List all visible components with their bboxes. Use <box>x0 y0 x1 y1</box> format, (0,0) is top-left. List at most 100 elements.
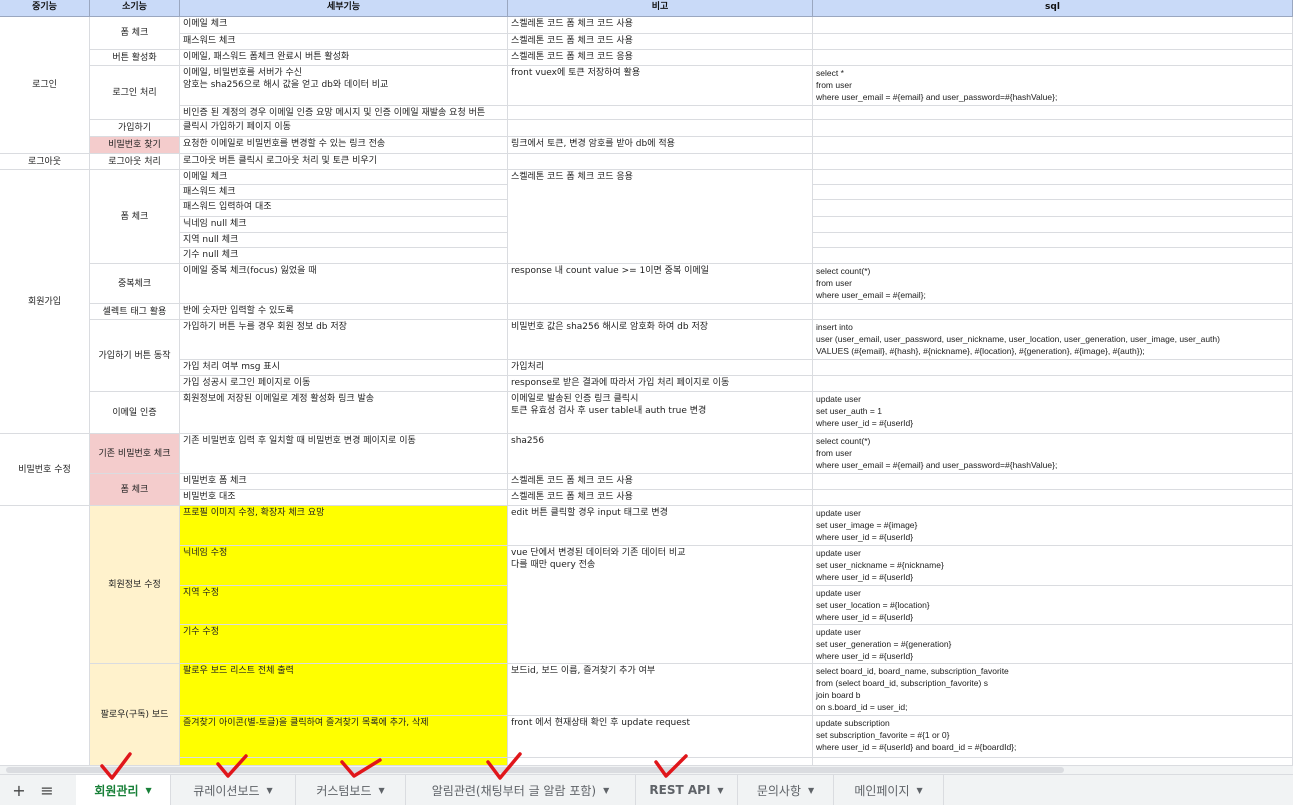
detail-cell[interactable]: 로그아웃 버튼 클릭시 로그아웃 처리 및 토큰 비우기 <box>180 154 508 170</box>
note-cell[interactable] <box>508 106 813 120</box>
sub-function-cell[interactable]: 셀렉트 태그 활용 <box>90 304 180 320</box>
note-cell[interactable]: edit 버튼 클릭할 경우 input 태그로 변경 <box>508 506 813 546</box>
sql-cell[interactable] <box>813 17 1293 34</box>
col-header-sub-function[interactable]: 소기능 <box>90 0 180 17</box>
dropdown-arrow-icon[interactable]: ▼ <box>146 786 152 795</box>
detail-cell[interactable]: 닉네임 null 체크 <box>180 217 508 233</box>
sub-function-cell[interactable]: 비밀번호 찾기 <box>90 137 180 154</box>
detail-cell[interactable] <box>180 758 508 766</box>
detail-cell[interactable]: 이메일 중복 체크(focus) 잃었을 때 <box>180 264 508 304</box>
detail-cell[interactable]: 회원정보에 저장된 이메일로 계정 활성화 링크 발송 <box>180 392 508 434</box>
detail-cell[interactable]: 비밀번호 대조 <box>180 490 508 506</box>
sql-cell[interactable]: update user set user_auth = 1 where user… <box>813 392 1293 434</box>
sql-cell[interactable]: update user set user_nickname = #{nickna… <box>813 546 1293 586</box>
sql-cell[interactable] <box>813 376 1293 392</box>
dropdown-arrow-icon[interactable]: ▼ <box>267 786 273 795</box>
dropdown-arrow-icon[interactable]: ▼ <box>917 786 923 795</box>
note-cell[interactable]: 비밀번호 값은 sha256 해시로 암호화 하여 db 저장 <box>508 320 813 360</box>
detail-cell[interactable]: 이메일, 비밀번호를 서버가 수신 암호는 sha256으로 해시 값을 얻고 … <box>180 66 508 106</box>
detail-cell[interactable]: 이메일, 패스워드 폼체크 완료시 버튼 활성화 <box>180 50 508 66</box>
detail-cell[interactable]: 비인증 된 계정의 경우 이메일 인증 요망 메시지 및 인증 이메일 재발송 … <box>180 106 508 120</box>
note-cell[interactable]: front vuex에 토큰 저장하여 활용 <box>508 66 813 106</box>
sub-function-cell[interactable]: 팔로우(구독) 보드 <box>90 664 180 766</box>
sql-cell[interactable] <box>813 154 1293 170</box>
sql-cell[interactable]: select * from user where user_email = #{… <box>813 66 1293 106</box>
detail-cell[interactable]: 기존 비밀번호 입력 후 일치할 때 비밀번호 변경 페이지로 이동 <box>180 434 508 474</box>
note-cell[interactable]: 스켈레톤 코드 폼 체크 코드 사용 <box>508 474 813 490</box>
dropdown-arrow-icon[interactable]: ▼ <box>379 786 385 795</box>
detail-cell[interactable]: 패스워드 체크 <box>180 185 508 200</box>
detail-cell[interactable]: 클릭시 가입하기 페이지 이동 <box>180 120 508 137</box>
tab-rest-api[interactable]: REST API ▼ <box>636 775 738 805</box>
detail-cell[interactable]: 이메일 체크 <box>180 17 508 34</box>
sub-function-cell[interactable]: 폼 체크 <box>90 17 180 50</box>
sql-cell[interactable]: update user set user_image = #{image} wh… <box>813 506 1293 546</box>
detail-cell[interactable]: 패스워드 체크 <box>180 34 508 50</box>
sub-function-cell[interactable]: 이메일 인증 <box>90 392 180 434</box>
add-sheet-button[interactable]: + <box>6 775 32 805</box>
note-cell[interactable]: front 에서 현재상태 확인 후 update request <box>508 716 813 758</box>
detail-cell[interactable]: 즐겨찾기 아이콘(별-토글)을 클릭하여 즐겨찾기 목록에 추가, 삭제 <box>180 716 508 758</box>
note-cell[interactable] <box>508 304 813 320</box>
sql-cell[interactable] <box>813 200 1293 217</box>
main-function-cell[interactable] <box>0 506 90 766</box>
sub-function-cell[interactable]: 회원정보 수정 <box>90 506 180 664</box>
sql-cell[interactable] <box>813 217 1293 233</box>
detail-cell[interactable]: 지역 수정 <box>180 586 508 625</box>
sql-cell[interactable] <box>813 120 1293 137</box>
sql-cell[interactable] <box>813 233 1293 248</box>
note-cell[interactable]: vue 단에서 변경된 데이터와 기존 데이터 비교 다를 때만 query 전… <box>508 546 813 664</box>
note-cell[interactable]: response로 받은 결과에 따라서 가입 처리 페이지로 이동 <box>508 376 813 392</box>
main-function-cell[interactable]: 비밀번호 수정 <box>0 434 90 506</box>
note-cell[interactable]: 가입처리 <box>508 360 813 376</box>
sub-function-cell[interactable]: 로그아웃 처리 <box>90 154 180 170</box>
sql-cell[interactable]: select board_id, board_name, subscriptio… <box>813 664 1293 716</box>
detail-cell[interactable]: 가입 처리 여부 msg 표시 <box>180 360 508 376</box>
sql-cell[interactable]: update subscription set subscription_fav… <box>813 716 1293 758</box>
tab-main-page[interactable]: 메인페이지 ▼ <box>834 775 944 805</box>
sql-cell[interactable]: insert into user (user_email, user_passw… <box>813 320 1293 360</box>
dropdown-arrow-icon[interactable]: ▼ <box>808 786 814 795</box>
sub-function-cell[interactable]: 기존 비밀번호 체크 <box>90 434 180 474</box>
note-cell[interactable]: 보드id, 보드 이름, 즐겨찾기 추가 여부 <box>508 664 813 716</box>
detail-cell[interactable]: 프로필 이미지 수정, 확장자 체크 요망 <box>180 506 508 546</box>
detail-cell[interactable]: 가입 성공시 로그인 페이지로 이동 <box>180 376 508 392</box>
detail-cell[interactable]: 기수 수정 <box>180 625 508 664</box>
horizontal-scrollbar[interactable] <box>0 766 1293 774</box>
dropdown-arrow-icon[interactable]: ▼ <box>717 786 723 795</box>
sql-cell[interactable] <box>813 758 1293 766</box>
sql-cell[interactable] <box>813 185 1293 200</box>
detail-cell[interactable]: 기수 null 체크 <box>180 248 508 264</box>
col-header-note[interactable]: 비고 <box>508 0 813 17</box>
sub-function-cell[interactable]: 중복체크 <box>90 264 180 304</box>
sql-cell[interactable]: select count(*) from user where user_ema… <box>813 264 1293 304</box>
col-header-detail[interactable]: 세부기능 <box>180 0 508 17</box>
note-cell[interactable] <box>508 120 813 137</box>
sql-cell[interactable] <box>813 360 1293 376</box>
sql-cell[interactable]: update user set user_generation = #{gene… <box>813 625 1293 664</box>
main-function-cell[interactable]: 로그인 <box>0 17 90 154</box>
sub-function-cell[interactable]: 버튼 활성화 <box>90 50 180 66</box>
note-cell[interactable]: 링크에서 토큰, 변경 암호를 받아 db에 적용 <box>508 137 813 154</box>
all-sheets-menu-icon[interactable]: ≡ <box>34 775 60 805</box>
tab-member-management[interactable]: 회원관리 ▼ <box>76 775 171 805</box>
sql-cell[interactable] <box>813 474 1293 490</box>
note-cell[interactable] <box>508 758 813 766</box>
tab-inquiries[interactable]: 문의사항 ▼ <box>738 775 834 805</box>
detail-cell[interactable]: 팔로우 보드 리스트 전체 출력 <box>180 664 508 716</box>
col-header-main-function[interactable]: 중기능 <box>0 0 90 17</box>
sql-cell[interactable] <box>813 304 1293 320</box>
detail-cell[interactable]: 요청한 이메일로 비밀번호를 변경할 수 있는 링크 전송 <box>180 137 508 154</box>
col-header-sql[interactable]: sql <box>813 0 1293 17</box>
detail-cell[interactable]: 반에 숫자만 입력할 수 있도록 <box>180 304 508 320</box>
note-cell[interactable]: 스켈레톤 코드 폼 체크 코드 사용 <box>508 17 813 34</box>
main-function-cell[interactable]: 회원가입 <box>0 170 90 434</box>
sql-cell[interactable] <box>813 170 1293 185</box>
sub-function-cell[interactable]: 가입하기 <box>90 120 180 137</box>
sql-cell[interactable] <box>813 34 1293 50</box>
detail-cell[interactable]: 패스워드 입력하여 대조 <box>180 200 508 217</box>
detail-cell[interactable]: 닉네임 수정 <box>180 546 508 586</box>
spreadsheet-grid[interactable]: 중기능 소기능 세부기능 비고 sql 로그인 폼 체크 이메일 체크 스켈레톤 코드… <box>0 0 1293 766</box>
note-cell[interactable]: sha256 <box>508 434 813 474</box>
sql-cell[interactable] <box>813 106 1293 120</box>
